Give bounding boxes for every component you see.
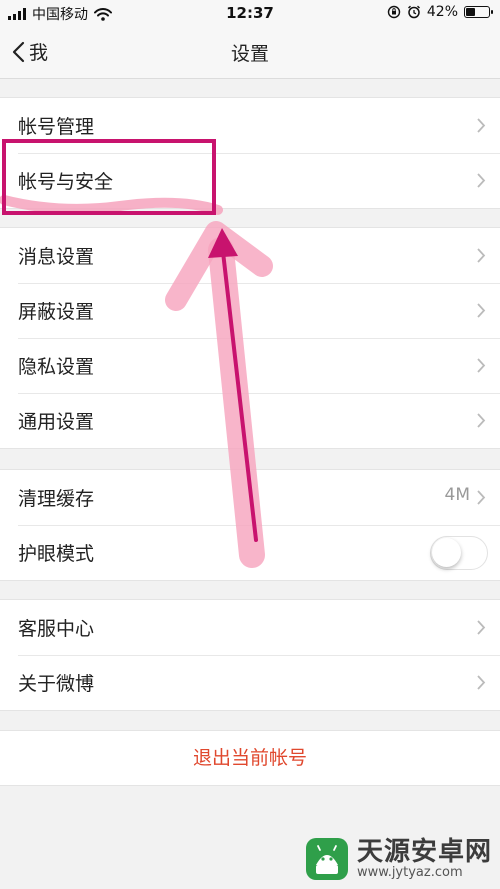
chevron-right-icon: [477, 675, 486, 690]
settings-item-label: 隐私设置: [18, 356, 95, 378]
orientation-lock-icon: [387, 5, 401, 19]
settings-item-eye-care: 护眼模式: [0, 525, 500, 580]
settings-group-about: 客服中心 关于微博: [0, 599, 500, 711]
settings-item-privacy[interactable]: 隐私设置: [0, 338, 500, 393]
settings-item-label: 清理缓存: [18, 488, 95, 510]
settings-item-customer-service[interactable]: 客服中心: [0, 600, 500, 655]
settings-group-preferences: 消息设置 屏蔽设置 隐私设置 通用设置: [0, 227, 500, 449]
settings-item-label: 帐号管理: [18, 116, 95, 138]
watermark-url: www.jytyaz.com: [356, 864, 463, 880]
nav-bar: 我 设置: [0, 26, 500, 79]
cache-size-value: 4M: [444, 485, 470, 505]
watermark-title: 天源安卓网: [356, 836, 492, 867]
settings-item-about-weibo[interactable]: 关于微博: [0, 655, 500, 710]
watermark-text: 天源安卓网 www.jytyaz.com: [356, 836, 492, 880]
battery-icon: [464, 6, 493, 18]
settings-item-label: 消息设置: [18, 246, 95, 268]
settings-item-label: 屏蔽设置: [18, 301, 95, 323]
battery-level: [466, 8, 475, 16]
settings-item-general[interactable]: 通用设置: [0, 393, 500, 448]
watermark: 天源安卓网 www.jytyaz.com: [303, 835, 492, 883]
logout-button[interactable]: 退出当前帐号: [0, 730, 500, 786]
chevron-right-icon: [477, 303, 486, 318]
settings-item-label: 关于微博: [18, 673, 95, 695]
settings-item-block[interactable]: 屏蔽设置: [0, 283, 500, 338]
chevron-right-icon: [477, 413, 486, 428]
chevron-right-icon: [477, 490, 486, 505]
alarm-icon: [407, 5, 420, 19]
eye-care-toggle[interactable]: [430, 536, 488, 570]
settings-item-account-management[interactable]: 帐号管理: [0, 98, 500, 153]
chevron-right-icon: [477, 358, 486, 373]
chevron-right-icon: [477, 173, 486, 188]
settings-item-account-security[interactable]: 帐号与安全: [0, 153, 500, 208]
status-right: 42%: [387, 4, 493, 20]
settings-item-label: 帐号与安全: [18, 171, 114, 193]
page-title: 设置: [230, 43, 269, 65]
settings-item-message[interactable]: 消息设置: [0, 228, 500, 283]
chevron-right-icon: [477, 248, 486, 263]
status-bar: 中国移动 12:37 42%: [0, 0, 500, 26]
settings-group-storage: 清理缓存 4M 护眼模式: [0, 469, 500, 581]
settings-item-label: 护眼模式: [18, 543, 95, 565]
chevron-right-icon: [477, 118, 486, 133]
settings-item-clear-cache[interactable]: 清理缓存 4M: [0, 470, 500, 525]
battery-percent: 42%: [426, 4, 458, 20]
settings-item-label: 通用设置: [18, 411, 95, 433]
toggle-knob: [432, 538, 461, 567]
settings-item-label: 客服中心: [18, 618, 95, 640]
settings-group-account: 帐号管理 帐号与安全: [0, 97, 500, 209]
chevron-right-icon: [477, 620, 486, 635]
android-logo-icon: [305, 838, 348, 880]
